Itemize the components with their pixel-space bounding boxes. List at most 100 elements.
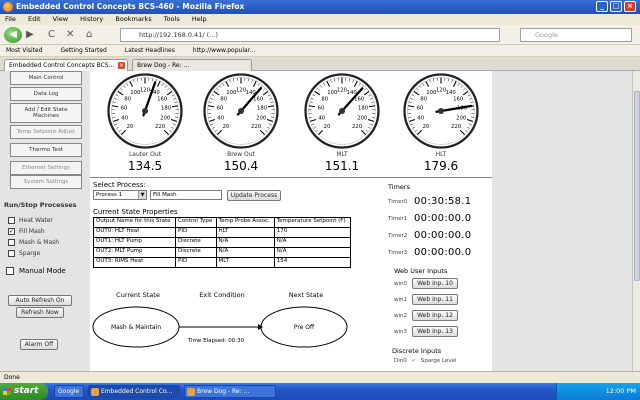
table-row: OUT3: RIMS Heat PID MLT 154	[92, 257, 352, 268]
gauge-tick-label: 220	[451, 124, 462, 130]
bookmark-most-visited[interactable]: Most Visited	[6, 47, 43, 54]
gauge-hub	[437, 107, 445, 115]
sidebar-item-ethernet[interactable]: Ethernet Settings	[10, 161, 82, 175]
gauge-tick-label: 40	[217, 115, 224, 121]
menu-view[interactable]: View	[53, 15, 68, 23]
sidebar-item-main-control[interactable]: Main Control	[10, 71, 82, 85]
table-cell: Discrete	[175, 247, 217, 258]
table-cell: N/A	[273, 237, 352, 248]
table-header: Temperature Setpoint (F)	[273, 217, 352, 228]
timer-value: 00:30:58.1	[414, 196, 472, 207]
windows-logo-icon	[3, 387, 11, 395]
tab-label: Embedded Control Concepts BCS...	[9, 62, 115, 69]
gauge-label: HLT	[435, 151, 447, 158]
sidebar-item-system[interactable]: System Settings	[10, 175, 82, 189]
home-button[interactable]: ⌂	[86, 28, 92, 42]
state-properties-table: Output Name for this State Control Type …	[92, 217, 352, 268]
timer-value: 00:00:00.0	[414, 213, 472, 224]
process-select[interactable]: Process 1 ▼	[93, 190, 147, 200]
sidebar: Main Control Data Log Add / Edit State M…	[0, 71, 90, 371]
menu-tools[interactable]: Tools	[164, 15, 180, 23]
gauge-tick-label: 80	[124, 96, 131, 102]
gauge-tick-label: 40	[121, 115, 128, 121]
web-input-label: win2	[394, 313, 408, 319]
gauge-hlt: 20406080100120140160180200220	[403, 73, 479, 149]
stop-button[interactable]: ✕	[66, 28, 74, 42]
search-input[interactable]: Google	[520, 28, 632, 42]
forward-button[interactable]: ▶	[26, 28, 34, 42]
window-title-bar: Embedded Control Concepts BCS-460 - Mozi…	[0, 0, 640, 14]
sidebar-item-state-machines[interactable]: Add / Edit State Machines	[10, 103, 82, 123]
select-process-label: Select Process:	[93, 181, 146, 189]
menu-bookmarks[interactable]: Bookmarks	[115, 15, 151, 23]
web-input-button-1[interactable]: Web Inp. 11	[412, 294, 458, 305]
web-input-button-0[interactable]: Web Inp. 10	[412, 278, 458, 289]
auto-refresh-button[interactable]: Auto Refresh On	[8, 295, 72, 306]
address-bar[interactable]: http://192.168.0.41/ (...)	[120, 28, 500, 42]
clock[interactable]: 12:00 PM	[606, 387, 636, 395]
process-checkbox-mash[interactable]	[8, 239, 15, 246]
web-input-button-2[interactable]: Web Inp. 12	[412, 310, 458, 321]
sidebar-item-data-log[interactable]: Data Log	[10, 87, 82, 101]
gauge-hub	[237, 107, 245, 115]
table-cell: OUT3: RIMS Heat	[92, 257, 177, 268]
timer-label: Timer0	[388, 199, 408, 205]
menu-file[interactable]: File	[5, 15, 16, 23]
gauge-tick-label: 200	[456, 115, 467, 121]
taskbar-item-bcs[interactable]: Embedded Control Co...	[88, 385, 180, 398]
close-window-button[interactable]: ×	[624, 1, 636, 12]
table-header: Temp Probe Assoc.	[215, 217, 275, 228]
bookmark-getting-started[interactable]: Getting Started	[60, 47, 106, 54]
tab-brewdog[interactable]: Brew Dog - Re: ...	[132, 59, 252, 71]
timers-title: Timers	[388, 183, 410, 191]
taskbar-item-google[interactable]: Google	[54, 385, 84, 398]
gauge-brew-out: 20 40 60 80 100 120 140 160 180 200 220	[203, 73, 279, 149]
table-row: OUT0: HLT Heat PID HLT 170	[92, 227, 352, 238]
bookmarks-toolbar: Most Visited Getting Started Latest Head…	[0, 45, 640, 57]
web-input-button-3[interactable]: Web Inp. 13	[412, 326, 458, 337]
table-cell: Discrete	[175, 237, 217, 248]
alarm-off-button[interactable]: Alarm Off	[20, 339, 58, 350]
bookmark-link[interactable]: http://www.popular...	[193, 47, 256, 54]
gauge-dial: 20406080100120140160180200220	[304, 73, 380, 149]
back-button[interactable]: ◀	[4, 27, 22, 43]
menu-history[interactable]: History	[80, 15, 103, 23]
menu-edit[interactable]: Edit	[28, 15, 41, 23]
exit-condition-text: Time Elapsed: 00:30	[187, 338, 245, 344]
discrete-inputs-title: Discrete Inputs	[392, 347, 442, 355]
start-button[interactable]: start	[0, 383, 48, 400]
minimize-button[interactable]: _	[596, 1, 608, 12]
maximize-button[interactable]: □	[610, 1, 622, 12]
menu-help[interactable]: Help	[192, 15, 207, 23]
close-tab-icon[interactable]: ×	[118, 62, 125, 69]
process-name-input[interactable]: Fill Mash	[150, 190, 222, 200]
web-input-label: win0	[394, 281, 408, 287]
table-cell: MLT	[215, 257, 275, 268]
tab-bcs[interactable]: Embedded Control Concepts BCS... ×	[4, 59, 128, 71]
timer-value: 00:00:00.0	[414, 230, 472, 241]
process-checkbox-sparge[interactable]	[8, 250, 15, 257]
table-row: OUT1: HLT Pump Discrete N/A N/A	[92, 237, 352, 248]
firefox-icon	[3, 2, 13, 12]
tab-label: Brew Dog - Re: ...	[137, 62, 190, 69]
divider	[90, 177, 492, 178]
state-diagram: Current State Exit Condition Next State …	[92, 291, 348, 348]
refresh-now-button[interactable]: Refresh Now	[16, 307, 64, 318]
scrollbar-thumb[interactable]	[634, 91, 640, 281]
process-checkbox-fill-mash[interactable]: ✓	[8, 228, 15, 235]
timer-label: Timer1	[388, 216, 408, 222]
reload-button[interactable]: C	[48, 28, 55, 42]
gauge-lauter-out: 20 40 60 80 100 120 140 160 180 200 220	[107, 73, 183, 149]
gauge-tick-label: 60	[121, 106, 128, 112]
sidebar-item-temp-setpoint[interactable]: Temp Setpoint Adjust	[10, 125, 82, 139]
sidebar-item-thermo-test[interactable]: Thermo Test	[10, 143, 82, 157]
web-input-label: win1	[394, 297, 408, 303]
process-checkbox-heat-water[interactable]	[8, 217, 15, 224]
table-cell: OUT2: MLT Pump	[92, 247, 177, 258]
manual-mode-checkbox[interactable]	[6, 267, 14, 275]
page-scrollbar[interactable]	[632, 71, 640, 371]
taskbar-item-brewdog[interactable]: Brew Dog - Re: ...	[184, 385, 276, 398]
bookmark-latest-headlines[interactable]: Latest Headlines	[125, 47, 175, 54]
tab-bar: Embedded Control Concepts BCS... × Brew …	[0, 57, 640, 71]
update-process-button[interactable]: Update Process	[227, 190, 281, 201]
